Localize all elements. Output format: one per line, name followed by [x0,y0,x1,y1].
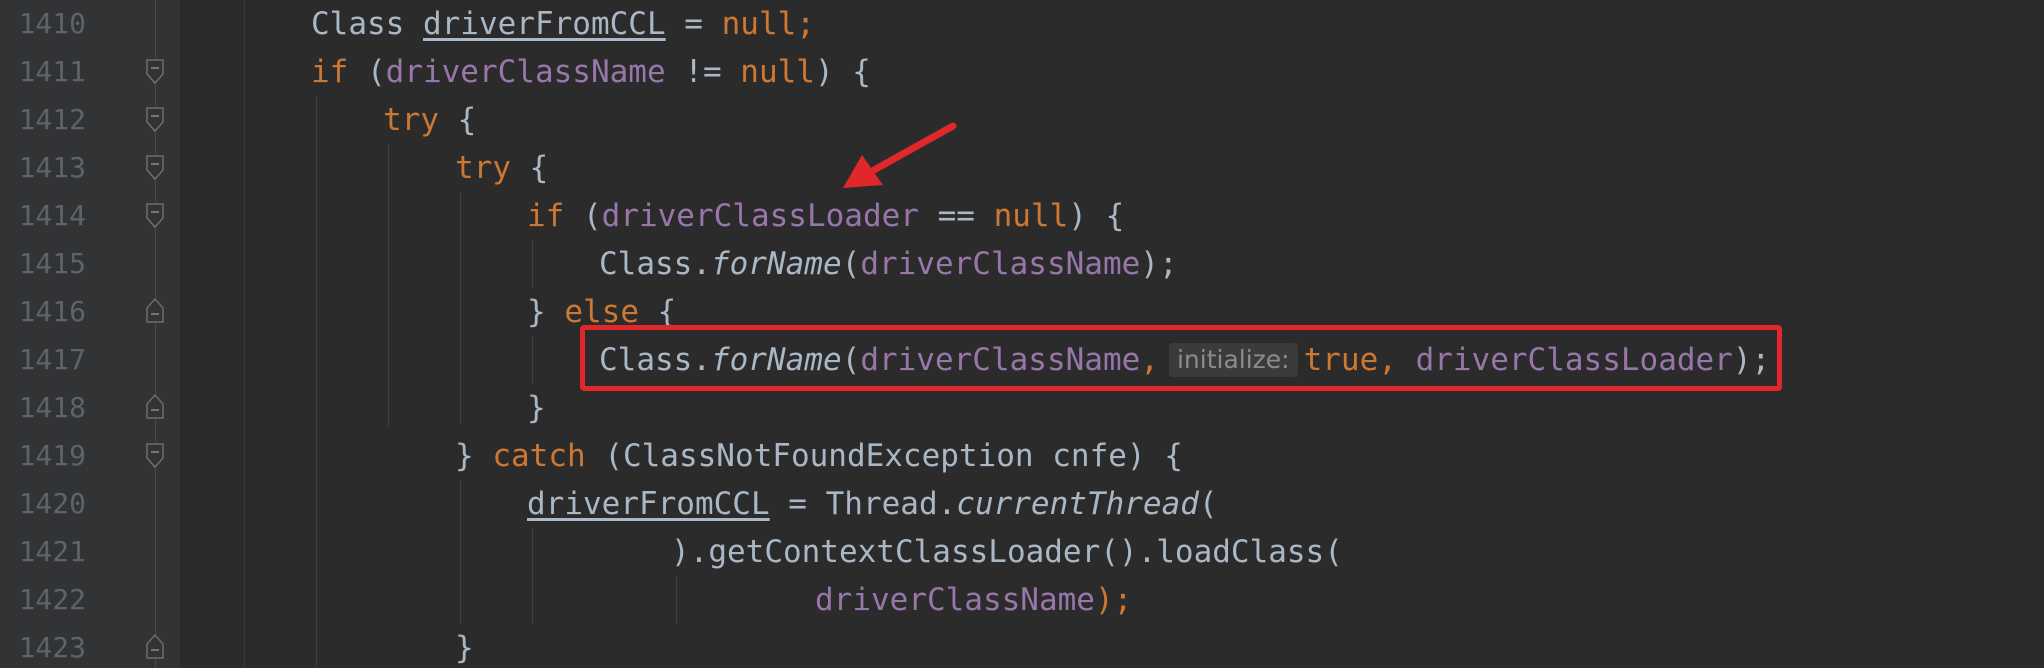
annotation-arrow-icon [843,122,957,188]
code-editor[interactable]: 1410 1411 1412 1413 1414 1415 1416 1417 … [0,0,2044,668]
